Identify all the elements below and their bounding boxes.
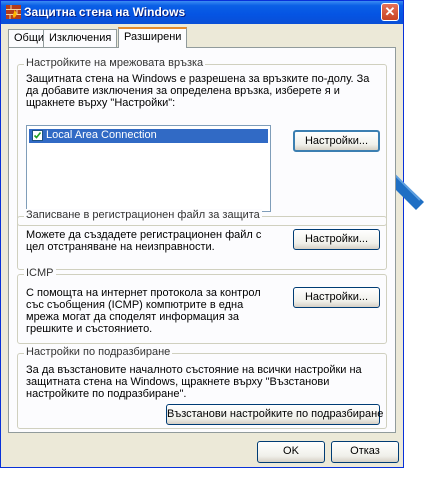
- close-button[interactable]: ✕: [381, 3, 399, 21]
- firewall-icon: [6, 5, 21, 19]
- ok-button[interactable]: OK: [257, 441, 325, 463]
- checkmark-icon: [33, 132, 42, 139]
- icmp-legend: ICMP: [24, 267, 56, 279]
- cancel-button[interactable]: Отказ: [331, 441, 399, 463]
- tab-exceptions[interactable]: Изключения: [43, 29, 118, 47]
- restore-defaults-button[interactable]: Възстанови настройките по подразбиране: [166, 404, 383, 425]
- list-item-local-area-connection[interactable]: Local Area Connection: [29, 129, 268, 143]
- icmp-settings-button[interactable]: Настройки...: [293, 287, 380, 308]
- network-settings-group: Настройките на мрежовата връзка Защитнат…: [17, 57, 387, 226]
- connection-checkbox[interactable]: [32, 130, 43, 141]
- defaults-group: Настройки по подразбиране За да възстано…: [17, 346, 387, 429]
- defaults-legend: Настройки по подразбиране: [24, 346, 173, 358]
- icmp-description: С помощта на интернет протокола за контр…: [26, 287, 261, 335]
- logging-group: Записване в регистрационен файл за защит…: [17, 209, 387, 270]
- defaults-description: За да възстановите началното състояние н…: [26, 364, 362, 400]
- advanced-panel: Настройките на мрежовата връзка Защитнат…: [8, 47, 396, 433]
- title-bar[interactable]: Защитна стена на Windows ✕: [1, 1, 403, 24]
- window-title: Защитна стена на Windows: [24, 5, 186, 19]
- network-settings-description: Защитната стена на Windows е разрешена з…: [26, 73, 370, 109]
- logging-description: Можете да създадете регистрационен файл …: [26, 229, 262, 253]
- icmp-group: ICMP С помощта на интернет протокола за …: [17, 267, 387, 344]
- tab-advanced[interactable]: Разширени: [118, 27, 188, 48]
- firewall-dialog: Защитна стена на Windows ✕ Общи Изключен…: [0, 0, 404, 468]
- network-settings-button[interactable]: Настройки...: [293, 130, 380, 152]
- logging-legend: Записване в регистрационен файл за защит…: [24, 209, 262, 221]
- connection-label: Local Area Connection: [46, 129, 157, 141]
- logging-settings-button[interactable]: Настройки...: [293, 229, 380, 250]
- network-settings-legend: Настройките на мрежовата връзка: [24, 57, 206, 69]
- connections-list[interactable]: Local Area Connection: [26, 125, 271, 212]
